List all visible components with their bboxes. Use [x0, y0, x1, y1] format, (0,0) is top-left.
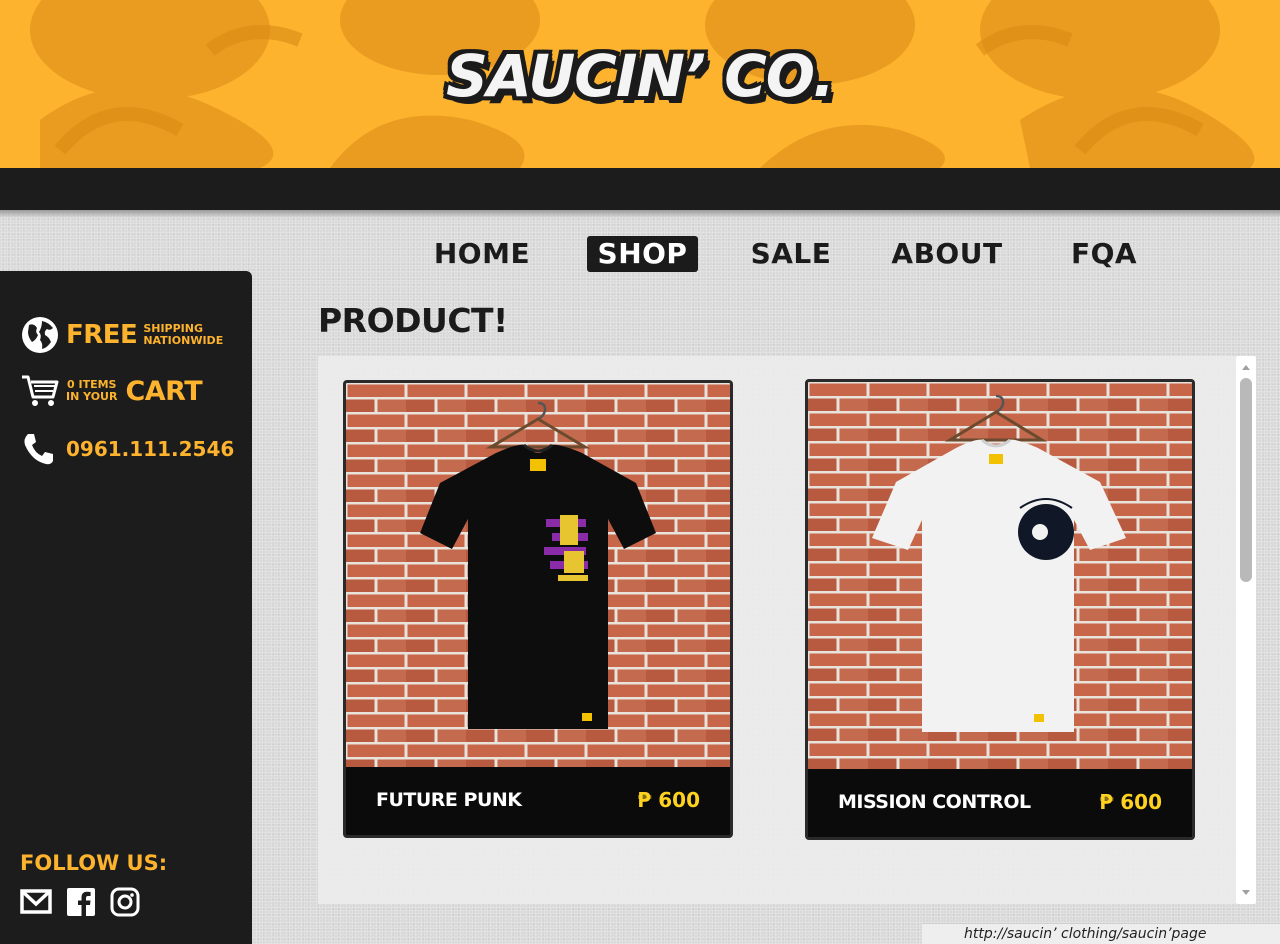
- header-banner: SAUCIN’ CO.: [0, 0, 1280, 168]
- site-logo[interactable]: SAUCIN’ CO.: [0, 42, 1280, 110]
- product-info-bar: MISSION CONTROL ₱ 600: [808, 769, 1192, 837]
- scroll-down-icon[interactable]: [1239, 886, 1253, 900]
- scroll-up-icon[interactable]: [1239, 360, 1253, 374]
- phone-number: 0961.111.2546: [66, 437, 235, 461]
- phone-contact[interactable]: 0961.111.2546: [20, 431, 234, 467]
- shipping-line2: NATIONWIDE: [143, 334, 224, 347]
- product-name[interactable]: MISSION CONTROL: [838, 791, 1031, 813]
- facebook-icon[interactable]: [66, 887, 96, 917]
- follow-us-label: FOLLOW US:: [20, 851, 168, 875]
- status-bar-url: http://saucin’ clothing/saucin’page: [922, 923, 1280, 944]
- free-label: FREE: [66, 320, 138, 350]
- cart-icon: [22, 375, 59, 406]
- product-card[interactable]: MISSION CONTROL ₱ 600: [805, 379, 1195, 840]
- product-name[interactable]: FUTURE PUNK: [376, 789, 522, 811]
- phone-icon: [24, 434, 53, 465]
- shipping-text: SHIPPING NATIONWIDE: [143, 323, 223, 347]
- cart-in-your: IN YOUR: [66, 390, 118, 403]
- nav-home[interactable]: HOME: [430, 236, 534, 272]
- nav-shop[interactable]: SHOP: [587, 236, 698, 272]
- main-nav: HOME SHOP SALE ABOUT FQA: [0, 236, 1280, 272]
- product-card[interactable]: FUTURE PUNK ₱ 600: [343, 380, 733, 838]
- free-shipping-banner: FREE SHIPPING NATIONWIDE: [20, 315, 223, 355]
- header-divider-bar: [0, 168, 1280, 210]
- globe-icon: [22, 317, 58, 353]
- sidebar: FREE SHIPPING NATIONWIDE 0 ITEMS IN YOUR…: [0, 271, 252, 944]
- product-info-bar: FUTURE PUNK ₱ 600: [346, 767, 730, 835]
- instagram-icon[interactable]: [110, 887, 140, 917]
- social-links: [20, 887, 140, 917]
- product-image: [808, 382, 1192, 771]
- mail-icon[interactable]: [20, 887, 52, 915]
- product-image: [346, 383, 730, 769]
- nav-sale[interactable]: SALE: [748, 236, 834, 272]
- scrollbar-thumb[interactable]: [1240, 378, 1252, 582]
- product-grid: FUTURE PUNK ₱ 600 MISSION CONTROL ₱ 600: [318, 356, 1236, 904]
- product-price: ₱ 600: [637, 788, 700, 812]
- cart-count-text: 0 ITEMS IN YOUR: [66, 379, 117, 403]
- cart-link[interactable]: 0 ITEMS IN YOUR CART: [20, 373, 203, 409]
- nav-about[interactable]: ABOUT: [888, 236, 1006, 272]
- product-price: ₱ 600: [1099, 790, 1162, 814]
- page-heading: PRODUCT!: [318, 301, 508, 340]
- product-grid-scrollbar[interactable]: [1236, 356, 1256, 904]
- cart-label: CART: [125, 375, 203, 407]
- nav-fqa[interactable]: FQA: [1066, 236, 1142, 272]
- header-shadow: [0, 210, 1280, 218]
